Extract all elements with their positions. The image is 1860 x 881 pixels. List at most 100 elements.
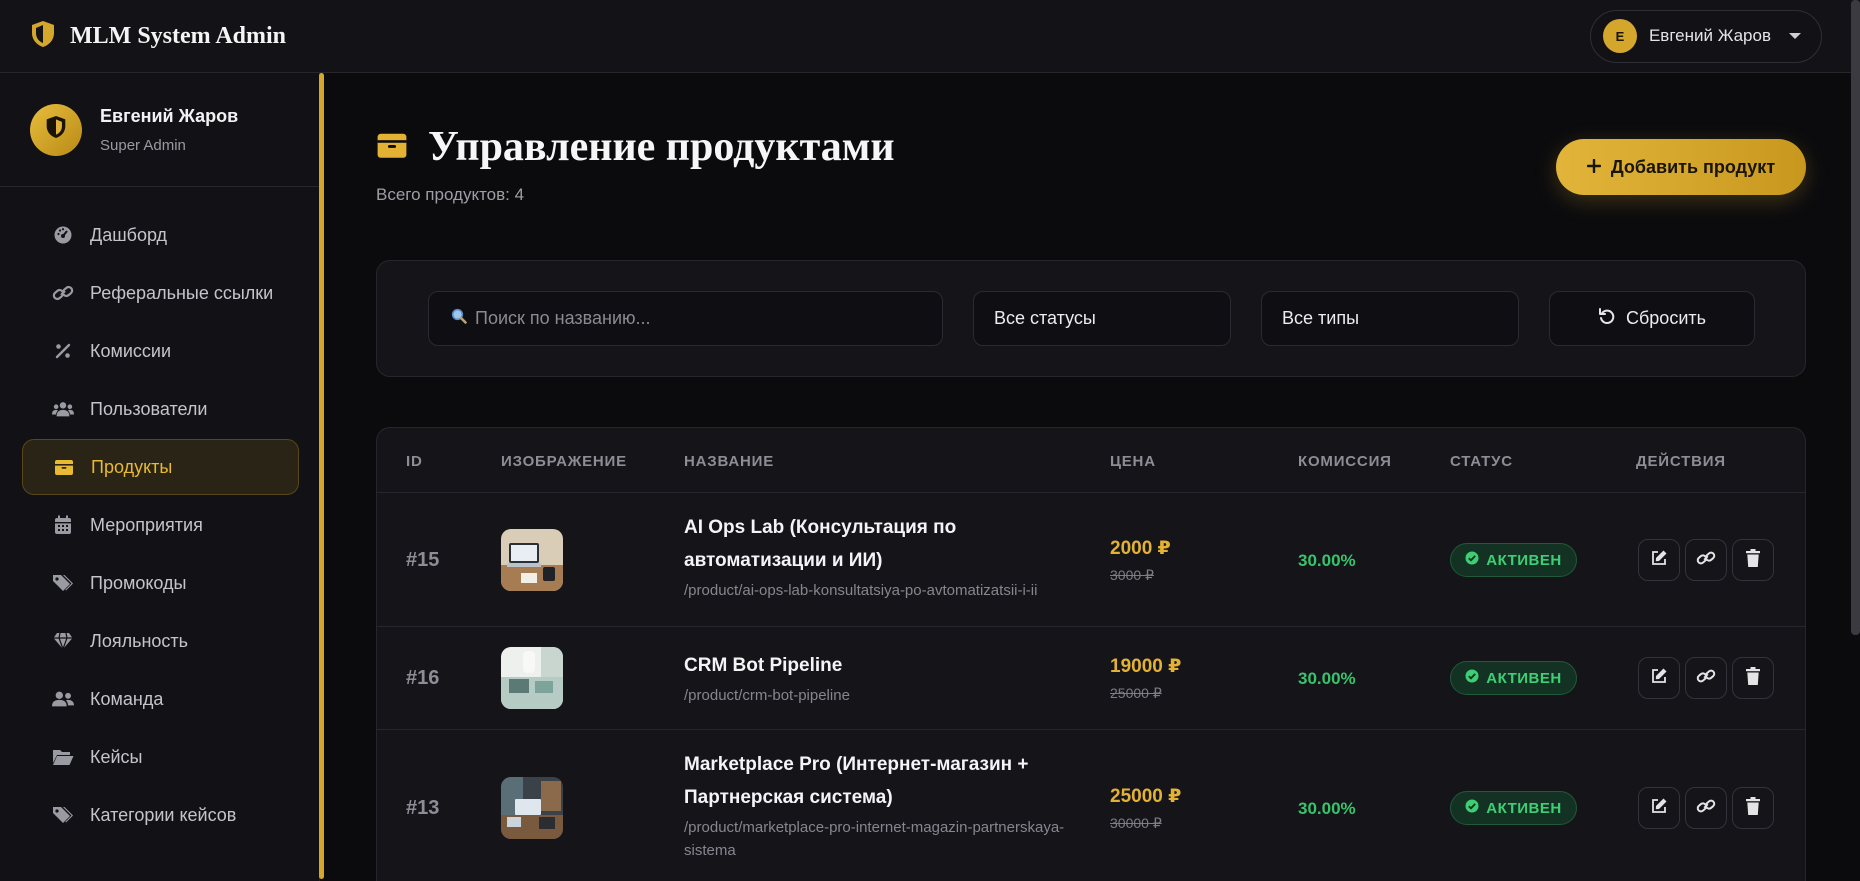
product-slug: /product/ai-ops-lab-konsultatsiya-po-avt…: [684, 582, 1038, 599]
search-field[interactable]: [428, 291, 943, 346]
sidebar-item-commissions[interactable]: Комиссии: [22, 323, 299, 379]
copy-link-button[interactable]: [1685, 657, 1727, 699]
sidebar-item-referral-links[interactable]: Реферальные ссылки: [22, 265, 299, 321]
sidebar-item-loyalty[interactable]: Лояльность: [22, 613, 299, 669]
sidebar-item-case-categories[interactable]: Категории кейсов: [22, 787, 299, 843]
price-cell: 25000 ₽ 30000 ₽: [1110, 785, 1181, 832]
product-thumbnail[interactable]: [501, 777, 563, 839]
sidebar-item-team[interactable]: Команда: [22, 671, 299, 727]
product-name[interactable]: AI Ops Lab (Консультация по автоматизаци…: [684, 511, 1084, 577]
edit-button[interactable]: [1638, 539, 1680, 581]
page-scrollbar[interactable]: [1851, 0, 1860, 635]
status-text: АКТИВЕН: [1486, 669, 1562, 687]
edit-icon: [1650, 797, 1668, 820]
product-name-cell: Marketplace Pro (Интернет-магазин + Парт…: [684, 748, 1084, 862]
search-icon: [451, 308, 467, 329]
profile-avatar: [30, 103, 82, 156]
sidebar-item-users[interactable]: Пользователи: [22, 381, 299, 437]
filters-panel: Все статусы Все типы Сбросить: [376, 260, 1806, 377]
dashboard-icon: [52, 225, 74, 245]
user-menu-dropdown[interactable]: E Евгений Жаров: [1589, 9, 1822, 63]
shield-icon: [45, 115, 67, 144]
page-header: Управление продуктами Всего продуктов: 4…: [376, 73, 1806, 223]
reset-button[interactable]: Сбросить: [1549, 291, 1755, 346]
calendar-icon: [52, 515, 74, 535]
row-id: #13: [406, 797, 440, 819]
row-actions: [1638, 657, 1774, 699]
profile-role: Super Admin: [100, 136, 186, 154]
sidebar-item-events[interactable]: Мероприятия: [22, 497, 299, 553]
sidebar-nav: Дашборд Реферальные ссылки Комиссии Поль…: [0, 187, 319, 843]
commission-value: 30.00%: [1298, 669, 1356, 688]
user-menu-name: Евгений Жаров: [1648, 26, 1771, 45]
link-icon: [1696, 667, 1716, 690]
trash-icon: [1746, 666, 1760, 690]
sidebar-item-products[interactable]: Продукты: [22, 439, 299, 495]
column-header-status: СТАТУС: [1450, 453, 1513, 470]
page-title: Управление продуктами: [428, 124, 895, 170]
row-id: #16: [406, 667, 440, 689]
status-badge: АКТИВЕН: [1450, 791, 1577, 825]
table-header: ID ИЗОБРАЖЕНИЕ НАЗВАНИЕ ЦЕНА КОМИССИЯ СТ…: [377, 428, 1805, 493]
sidebar-item-label: Категории кейсов: [90, 804, 237, 825]
sidebar-profile: Евгений Жаров Super Admin: [0, 73, 319, 187]
table-row: #13 Marketplace Pro (Интернет-магазин + …: [377, 730, 1805, 881]
status-select[interactable]: Все статусы: [973, 291, 1231, 346]
sidebar-item-label: Продукты: [91, 456, 173, 477]
edit-button[interactable]: [1638, 787, 1680, 829]
price-current: 2000 ₽: [1110, 538, 1171, 559]
sidebar-item-label: Комиссии: [90, 340, 172, 361]
add-product-label: Добавить продукт: [1610, 156, 1776, 177]
top-navbar: MLM System Admin E Евгений Жаров: [0, 0, 1860, 73]
sidebar-item-label: Пользователи: [90, 398, 208, 419]
gem-icon: [52, 632, 74, 650]
status-badge: АКТИВЕН: [1450, 661, 1577, 695]
main-content: Управление продуктами Всего продуктов: 4…: [376, 73, 1806, 881]
sidebar-item-cases[interactable]: Кейсы: [22, 729, 299, 785]
column-header-name: НАЗВАНИЕ: [684, 453, 774, 470]
product-name-cell: CRM Bot Pipeline /product/crm-bot-pipeli…: [684, 649, 1084, 707]
add-product-button[interactable]: Добавить продукт: [1556, 139, 1806, 195]
status-text: АКТИВЕН: [1486, 551, 1562, 569]
link-icon: [1696, 549, 1716, 572]
check-circle-icon: [1465, 799, 1479, 817]
sidebar-item-dashboard[interactable]: Дашборд: [22, 207, 299, 263]
undo-icon: [1598, 307, 1616, 330]
brand[interactable]: MLM System Admin: [30, 20, 286, 53]
check-circle-icon: [1465, 669, 1479, 687]
delete-button[interactable]: [1732, 787, 1774, 829]
copy-link-button[interactable]: [1685, 787, 1727, 829]
column-header-image: ИЗОБРАЖЕНИЕ: [501, 453, 627, 470]
sidebar-item-label: Кейсы: [90, 746, 143, 767]
copy-link-button[interactable]: [1685, 539, 1727, 581]
brand-title: MLM System Admin: [70, 22, 286, 49]
price-current: 19000 ₽: [1110, 656, 1182, 677]
product-thumbnail[interactable]: [501, 529, 563, 591]
status-badge: АКТИВЕН: [1450, 543, 1577, 577]
table-row: #15 AI Ops Lab (Консультация по автомати…: [377, 493, 1805, 627]
link-icon: [1696, 797, 1716, 820]
row-actions: [1638, 539, 1774, 581]
commission-value: 30.00%: [1298, 551, 1356, 570]
product-slug: /product/marketplace-pro-internet-magazi…: [684, 819, 1065, 859]
trash-icon: [1746, 548, 1760, 572]
sidebar-scrollbar[interactable]: [319, 73, 324, 879]
sidebar-item-promocodes[interactable]: Промокоды: [22, 555, 299, 611]
column-header-actions: ДЕЙСТВИЯ: [1636, 453, 1726, 470]
search-input[interactable]: [475, 308, 925, 329]
delete-button[interactable]: [1732, 539, 1774, 581]
product-name[interactable]: Marketplace Pro (Интернет-магазин + Парт…: [684, 748, 1084, 814]
price-old: 25000 ₽: [1110, 685, 1162, 701]
type-select[interactable]: Все типы: [1261, 291, 1519, 346]
sidebar-item-label: Дашборд: [90, 224, 168, 245]
product-name-cell: AI Ops Lab (Консультация по автоматизаци…: [684, 511, 1084, 602]
profile-name: Евгений Жаров: [100, 105, 239, 126]
delete-button[interactable]: [1732, 657, 1774, 699]
edit-button[interactable]: [1638, 657, 1680, 699]
sidebar-item-label: Промокоды: [90, 572, 187, 593]
edit-icon: [1650, 667, 1668, 690]
product-name[interactable]: CRM Bot Pipeline: [684, 649, 1084, 682]
product-thumbnail[interactable]: [501, 647, 563, 709]
row-id: #15: [406, 549, 440, 571]
commission-value: 30.00%: [1298, 799, 1356, 818]
